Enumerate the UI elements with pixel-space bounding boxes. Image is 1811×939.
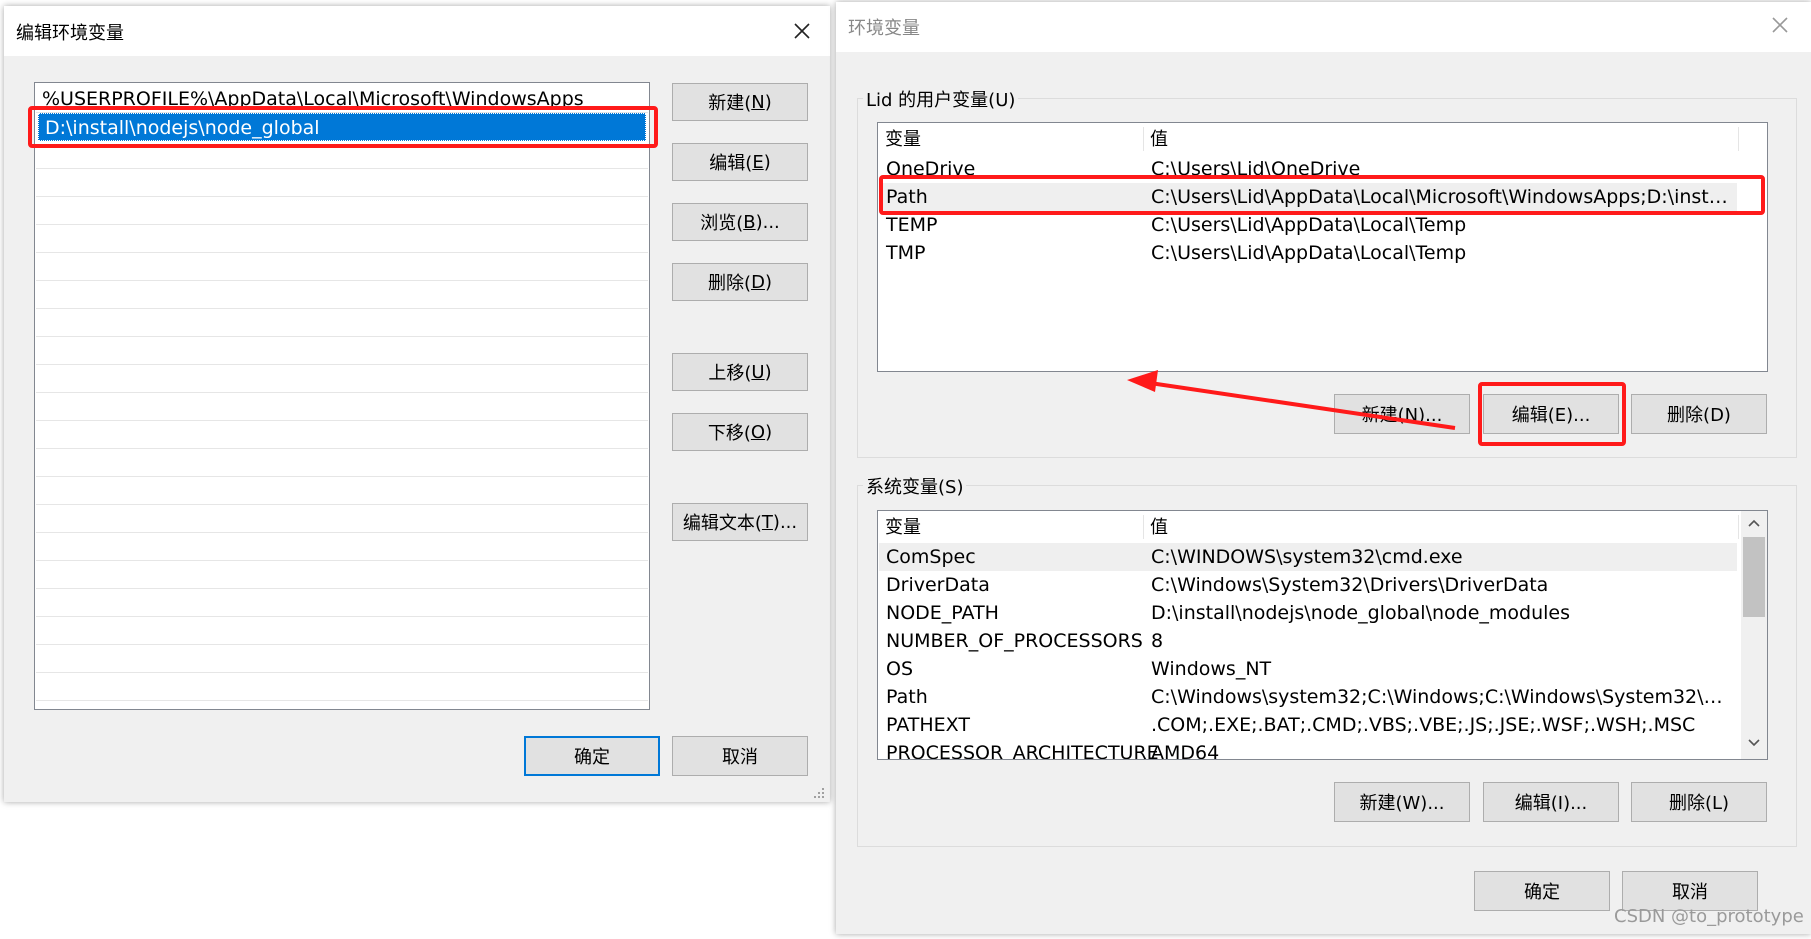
user-variables-table[interactable]: 变量 值 OneDrive C:\Users\Lid\OneDrive Path C…: [877, 122, 1768, 372]
ok-button[interactable]: 确定: [524, 736, 660, 776]
cancel-button[interactable]: 取消: [1622, 871, 1758, 911]
browse-button[interactable]: 浏览(B)...: [672, 203, 808, 241]
table-row[interactable]: PATHEXT .COM;.EXE;.BAT;.CMD;.VBS;.VBE;.JS…: [879, 711, 1737, 739]
system-variables-table[interactable]: 变量 值 ComSpec C:\WINDOWS\system32\cmd.exe …: [877, 510, 1768, 760]
edit-button[interactable]: 编辑(E): [672, 143, 808, 181]
list-item[interactable]: [36, 421, 648, 449]
close-icon[interactable]: [1765, 10, 1795, 40]
list-item[interactable]: [36, 617, 648, 645]
column-header-value[interactable]: 值: [1150, 127, 1168, 153]
environment-variables-dialog: 环境变量 Lid 的用户变量(U) 变量 值 OneDrive C:\Users\…: [836, 2, 1811, 934]
column-divider[interactable]: [1738, 127, 1739, 151]
vertical-scrollbar[interactable]: [1741, 511, 1767, 759]
list-item-selected[interactable]: D:\install\nodejs\node_global: [38, 113, 646, 141]
resize-grip-icon[interactable]: [812, 786, 826, 800]
list-item[interactable]: [36, 477, 648, 505]
column-header-value[interactable]: 值: [1150, 515, 1168, 541]
list-item[interactable]: [36, 169, 648, 197]
list-item[interactable]: [36, 393, 648, 421]
chevron-up-icon[interactable]: [1747, 517, 1761, 529]
list-item[interactable]: [36, 645, 648, 673]
table-row[interactable]: OneDrive C:\Users\Lid\OneDrive: [879, 155, 1737, 183]
table-row[interactable]: PROCESSOR_ARCHITECTURE AMD64: [879, 739, 1737, 759]
list-item[interactable]: [36, 141, 648, 169]
list-item[interactable]: [36, 197, 648, 225]
list-item[interactable]: [36, 309, 648, 337]
list-item[interactable]: [36, 253, 648, 281]
table-row[interactable]: ComSpec C:\WINDOWS\system32\cmd.exe: [879, 543, 1737, 571]
list-item[interactable]: [36, 281, 648, 309]
scrollbar-thumb[interactable]: [1743, 537, 1765, 617]
list-item[interactable]: [36, 337, 648, 365]
table-row[interactable]: TMP C:\Users\Lid\AppData\Local\Temp: [879, 239, 1737, 267]
watermark: CSDN @to_prototype: [1614, 906, 1804, 927]
edit-env-var-dialog: 编辑环境变量 %USERPROFILE%\AppData\Local\Micro…: [4, 6, 830, 802]
close-icon[interactable]: [787, 16, 817, 46]
new-button[interactable]: 新建(N): [672, 83, 808, 121]
system-variables-label: 系统变量(S): [863, 473, 967, 499]
left-dialog-title: 编辑环境变量: [16, 23, 124, 44]
user-variables-label: Lid 的用户变量(U): [863, 86, 1019, 112]
left-title-bar: 编辑环境变量: [4, 6, 830, 56]
table-row[interactable]: TEMP C:\Users\Lid\AppData\Local\Temp: [879, 211, 1737, 239]
table-row[interactable]: NUMBER_OF_PROCESSORS 8: [879, 627, 1737, 655]
table-row[interactable]: OS Windows_NT: [879, 655, 1737, 683]
column-header-variable[interactable]: 变量: [885, 127, 921, 153]
cancel-button[interactable]: 取消: [672, 736, 808, 776]
system-edit-button[interactable]: 编辑(I)...: [1483, 782, 1619, 822]
list-item[interactable]: [36, 365, 648, 393]
system-new-button[interactable]: 新建(W)...: [1334, 782, 1470, 822]
edit-text-button[interactable]: 编辑文本(T)...: [672, 503, 808, 541]
list-item[interactable]: [36, 673, 648, 701]
right-dialog-title: 环境变量: [848, 18, 920, 39]
table-row[interactable]: DriverData C:\Windows\System32\Drivers\Dr…: [879, 571, 1737, 599]
system-delete-button[interactable]: 删除(L): [1631, 782, 1767, 822]
list-item[interactable]: [36, 505, 648, 533]
column-divider[interactable]: [1143, 515, 1144, 539]
table-row[interactable]: Path C:\Windows\system32;C:\Windows;C:\Wi…: [879, 683, 1737, 711]
ok-button[interactable]: 确定: [1474, 871, 1610, 911]
chevron-down-icon[interactable]: [1747, 737, 1761, 749]
user-new-button[interactable]: 新建(N)...: [1334, 394, 1470, 434]
table-row[interactable]: Path C:\Users\Lid\AppData\Local\Microsoft…: [879, 183, 1737, 211]
list-item[interactable]: %USERPROFILE%\AppData\Local\Microsoft\Wi…: [36, 85, 648, 113]
list-item[interactable]: [36, 561, 648, 589]
column-divider[interactable]: [1738, 515, 1739, 539]
column-header-variable[interactable]: 变量: [885, 515, 921, 541]
delete-button[interactable]: 删除(D): [672, 263, 808, 301]
user-edit-button[interactable]: 编辑(E)...: [1483, 394, 1619, 434]
path-list[interactable]: %USERPROFILE%\AppData\Local\Microsoft\Wi…: [34, 82, 650, 710]
list-item[interactable]: [36, 225, 648, 253]
list-item[interactable]: [36, 589, 648, 617]
right-title-bar: 环境变量: [836, 2, 1811, 52]
user-delete-button[interactable]: 删除(D): [1631, 394, 1767, 434]
table-row[interactable]: NODE_PATH D:\install\nodejs\node_global\n…: [879, 599, 1737, 627]
list-item[interactable]: [36, 533, 648, 561]
move-down-button[interactable]: 下移(O): [672, 413, 808, 451]
move-up-button[interactable]: 上移(U): [672, 353, 808, 391]
list-item[interactable]: [36, 449, 648, 477]
column-divider[interactable]: [1143, 127, 1144, 151]
